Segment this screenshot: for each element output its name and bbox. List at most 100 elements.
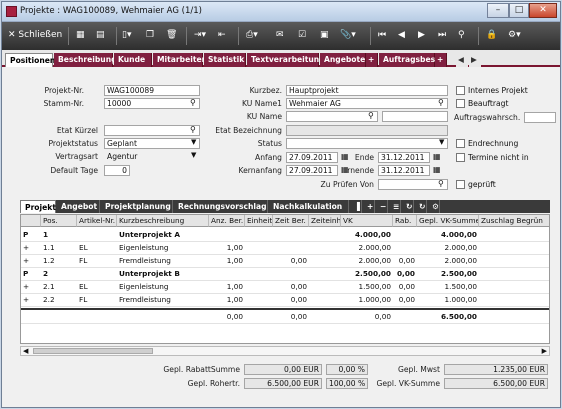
grid-cell[interactable] [247, 229, 275, 240]
subtab-angebot[interactable]: Angebot [57, 200, 100, 213]
endrechnung-checkbox[interactable] [456, 139, 465, 148]
scroll-right-icon[interactable]: ▶ [542, 347, 547, 355]
close-button[interactable]: ✕ Schließen [8, 27, 62, 44]
grid-cell[interactable]: Fremdleistung [119, 255, 211, 266]
col-header-zeit-ber[interactable]: Zeit Ber. [273, 215, 309, 227]
grid-cell[interactable]: + [23, 294, 43, 305]
search-icon[interactable]: ⚲ [190, 125, 196, 134]
beauftragt-checkbox[interactable] [456, 99, 465, 108]
first-record-icon[interactable]: ⏮ [378, 27, 386, 44]
col-header-zeiteinh[interactable]: Zeiteinh [309, 215, 341, 227]
grid-cell[interactable]: 0,00 [393, 294, 417, 305]
grid-cell[interactable]: 1.1 [43, 242, 79, 253]
calendar-icon[interactable]: ▣ [320, 27, 329, 44]
grid-cell[interactable] [119, 311, 211, 322]
grid-cell[interactable]: FL [79, 294, 119, 305]
grid-cell[interactable] [393, 229, 417, 240]
export-icon[interactable]: ⇤ [218, 27, 226, 44]
geprueft-checkbox[interactable] [456, 180, 465, 189]
horizontal-scrollbar[interactable]: ◀ ▶ [20, 346, 550, 356]
import-icon[interactable]: ⇥▾ [194, 27, 206, 44]
grid-cell[interactable]: 6.500,00 [417, 311, 479, 322]
grid-cell[interactable] [273, 229, 309, 240]
scroll-tabs-right-icon[interactable]: ▶ [469, 53, 481, 67]
grid-cell[interactable]: Unterprojekt B [119, 268, 211, 279]
scroll-left-icon[interactable]: ◀ [23, 347, 28, 355]
print-icon[interactable]: ⎙▾ [246, 27, 258, 44]
stamm-nr-field[interactable]: 10000 [104, 98, 200, 109]
grid-cell[interactable]: 4.000,00 [341, 229, 393, 240]
grid-cell[interactable] [481, 242, 549, 253]
grid-cell[interactable]: + [23, 281, 43, 292]
grid-cell[interactable]: 2.1 [43, 281, 79, 292]
save-icon[interactable]: ▦ [76, 27, 85, 44]
grid-cell[interactable]: 1,00 [209, 294, 245, 305]
grid-cell[interactable] [311, 311, 343, 322]
minimize-button[interactable]: – [487, 3, 509, 18]
search-icon[interactable]: ⚲ [438, 98, 444, 107]
kernende-field[interactable]: 31.12.2011 [378, 165, 430, 176]
grid-cell[interactable]: 1,00 [209, 242, 245, 253]
subtab-projekt[interactable]: Projekt [20, 200, 56, 213]
tab-auftragsbest[interactable]: Auftragsbest. [379, 53, 442, 67]
col-header-vk-summe[interactable]: Gepl. VK-Summe [417, 215, 479, 227]
tab-textverarbeitung[interactable]: Textverarbeitung [247, 53, 325, 67]
search-icon[interactable]: ⚲ [458, 27, 465, 44]
grid-cell[interactable] [311, 229, 343, 240]
grid-cell[interactable]: 1.500,00 [341, 281, 393, 292]
grid-cell[interactable] [481, 268, 549, 279]
grid-cell[interactable] [481, 294, 549, 305]
add-angebote-icon[interactable]: + [366, 53, 378, 67]
next-record-icon[interactable]: ▶ [418, 27, 425, 44]
grid-cell[interactable]: 2 [43, 268, 79, 279]
tab-beschreibung[interactable]: Beschreibung [54, 53, 117, 67]
grid-cell[interactable]: 0,00 [393, 268, 417, 279]
grid-cell[interactable]: 1.500,00 [417, 281, 479, 292]
grid-cell[interactable] [481, 311, 549, 322]
col-header-artikel-nr[interactable]: Artikel-Nr. [77, 215, 117, 227]
tab-kunde[interactable]: Kunde [114, 53, 152, 67]
chevron-down-icon[interactable]: ▼ [191, 151, 196, 159]
grid-cell[interactable] [311, 268, 343, 279]
grid-cell[interactable] [273, 242, 309, 253]
grid-cell[interactable]: Eigenleistung [119, 281, 211, 292]
grid-cell[interactable] [43, 311, 79, 322]
col-header-kurzbeschreibung[interactable]: Kurzbeschreibung [117, 215, 209, 227]
col-header-vk[interactable]: VK [341, 215, 393, 227]
grid-cell[interactable] [393, 242, 417, 253]
tab-statistik[interactable]: Statistik [204, 53, 246, 67]
grid-cell[interactable]: + [23, 242, 43, 253]
grid-cell[interactable]: 0,00 [341, 311, 393, 322]
grid-cell[interactable]: 2.500,00 [341, 268, 393, 279]
vertragsart-select[interactable]: Agentur [104, 151, 200, 162]
grid-cell[interactable]: 0,00 [273, 255, 309, 266]
scrollbar-thumb[interactable] [33, 348, 153, 354]
ku-name-extra-field[interactable] [382, 111, 448, 122]
list-icon[interactable]: ≡ [389, 200, 401, 213]
grid-cell[interactable]: 0,00 [393, 255, 417, 266]
projektstatus-select[interactable]: Geplant [104, 138, 200, 149]
col-header-zuschlag[interactable]: Zuschlag Begrün [479, 215, 549, 227]
grid-cell[interactable]: 1 [43, 229, 79, 240]
calendar-icon[interactable]: ▦ [433, 152, 441, 161]
grid-cell[interactable] [481, 229, 549, 240]
grid-cell[interactable]: 1.000,00 [417, 294, 479, 305]
projekt-nr-field[interactable]: WAG100089 [104, 85, 200, 96]
auftragswahrsch-field[interactable] [524, 112, 556, 123]
grid-cell[interactable] [247, 255, 275, 266]
grid-cell[interactable]: Eigenleistung [119, 242, 211, 253]
sync-icon[interactable]: ↻ [415, 200, 427, 213]
lock-icon[interactable]: 🔒 [486, 27, 497, 44]
chevron-down-icon[interactable]: ▼ [191, 138, 196, 146]
internes-projekt-checkbox[interactable] [456, 86, 465, 95]
grid-cell[interactable] [79, 311, 119, 322]
search-icon[interactable]: ⚲ [368, 111, 374, 120]
termine-checkbox[interactable] [456, 153, 465, 162]
table-icon[interactable]: ▤ [96, 27, 105, 44]
default-tage-field[interactable]: 0 [104, 165, 130, 176]
email-icon[interactable]: ✉ [276, 27, 284, 44]
gear-icon[interactable]: ⚙▾ [508, 27, 521, 44]
grid-cell[interactable]: 2.000,00 [341, 255, 393, 266]
grid-cell[interactable]: 2.000,00 [417, 242, 479, 253]
grid-cell[interactable] [311, 294, 343, 305]
